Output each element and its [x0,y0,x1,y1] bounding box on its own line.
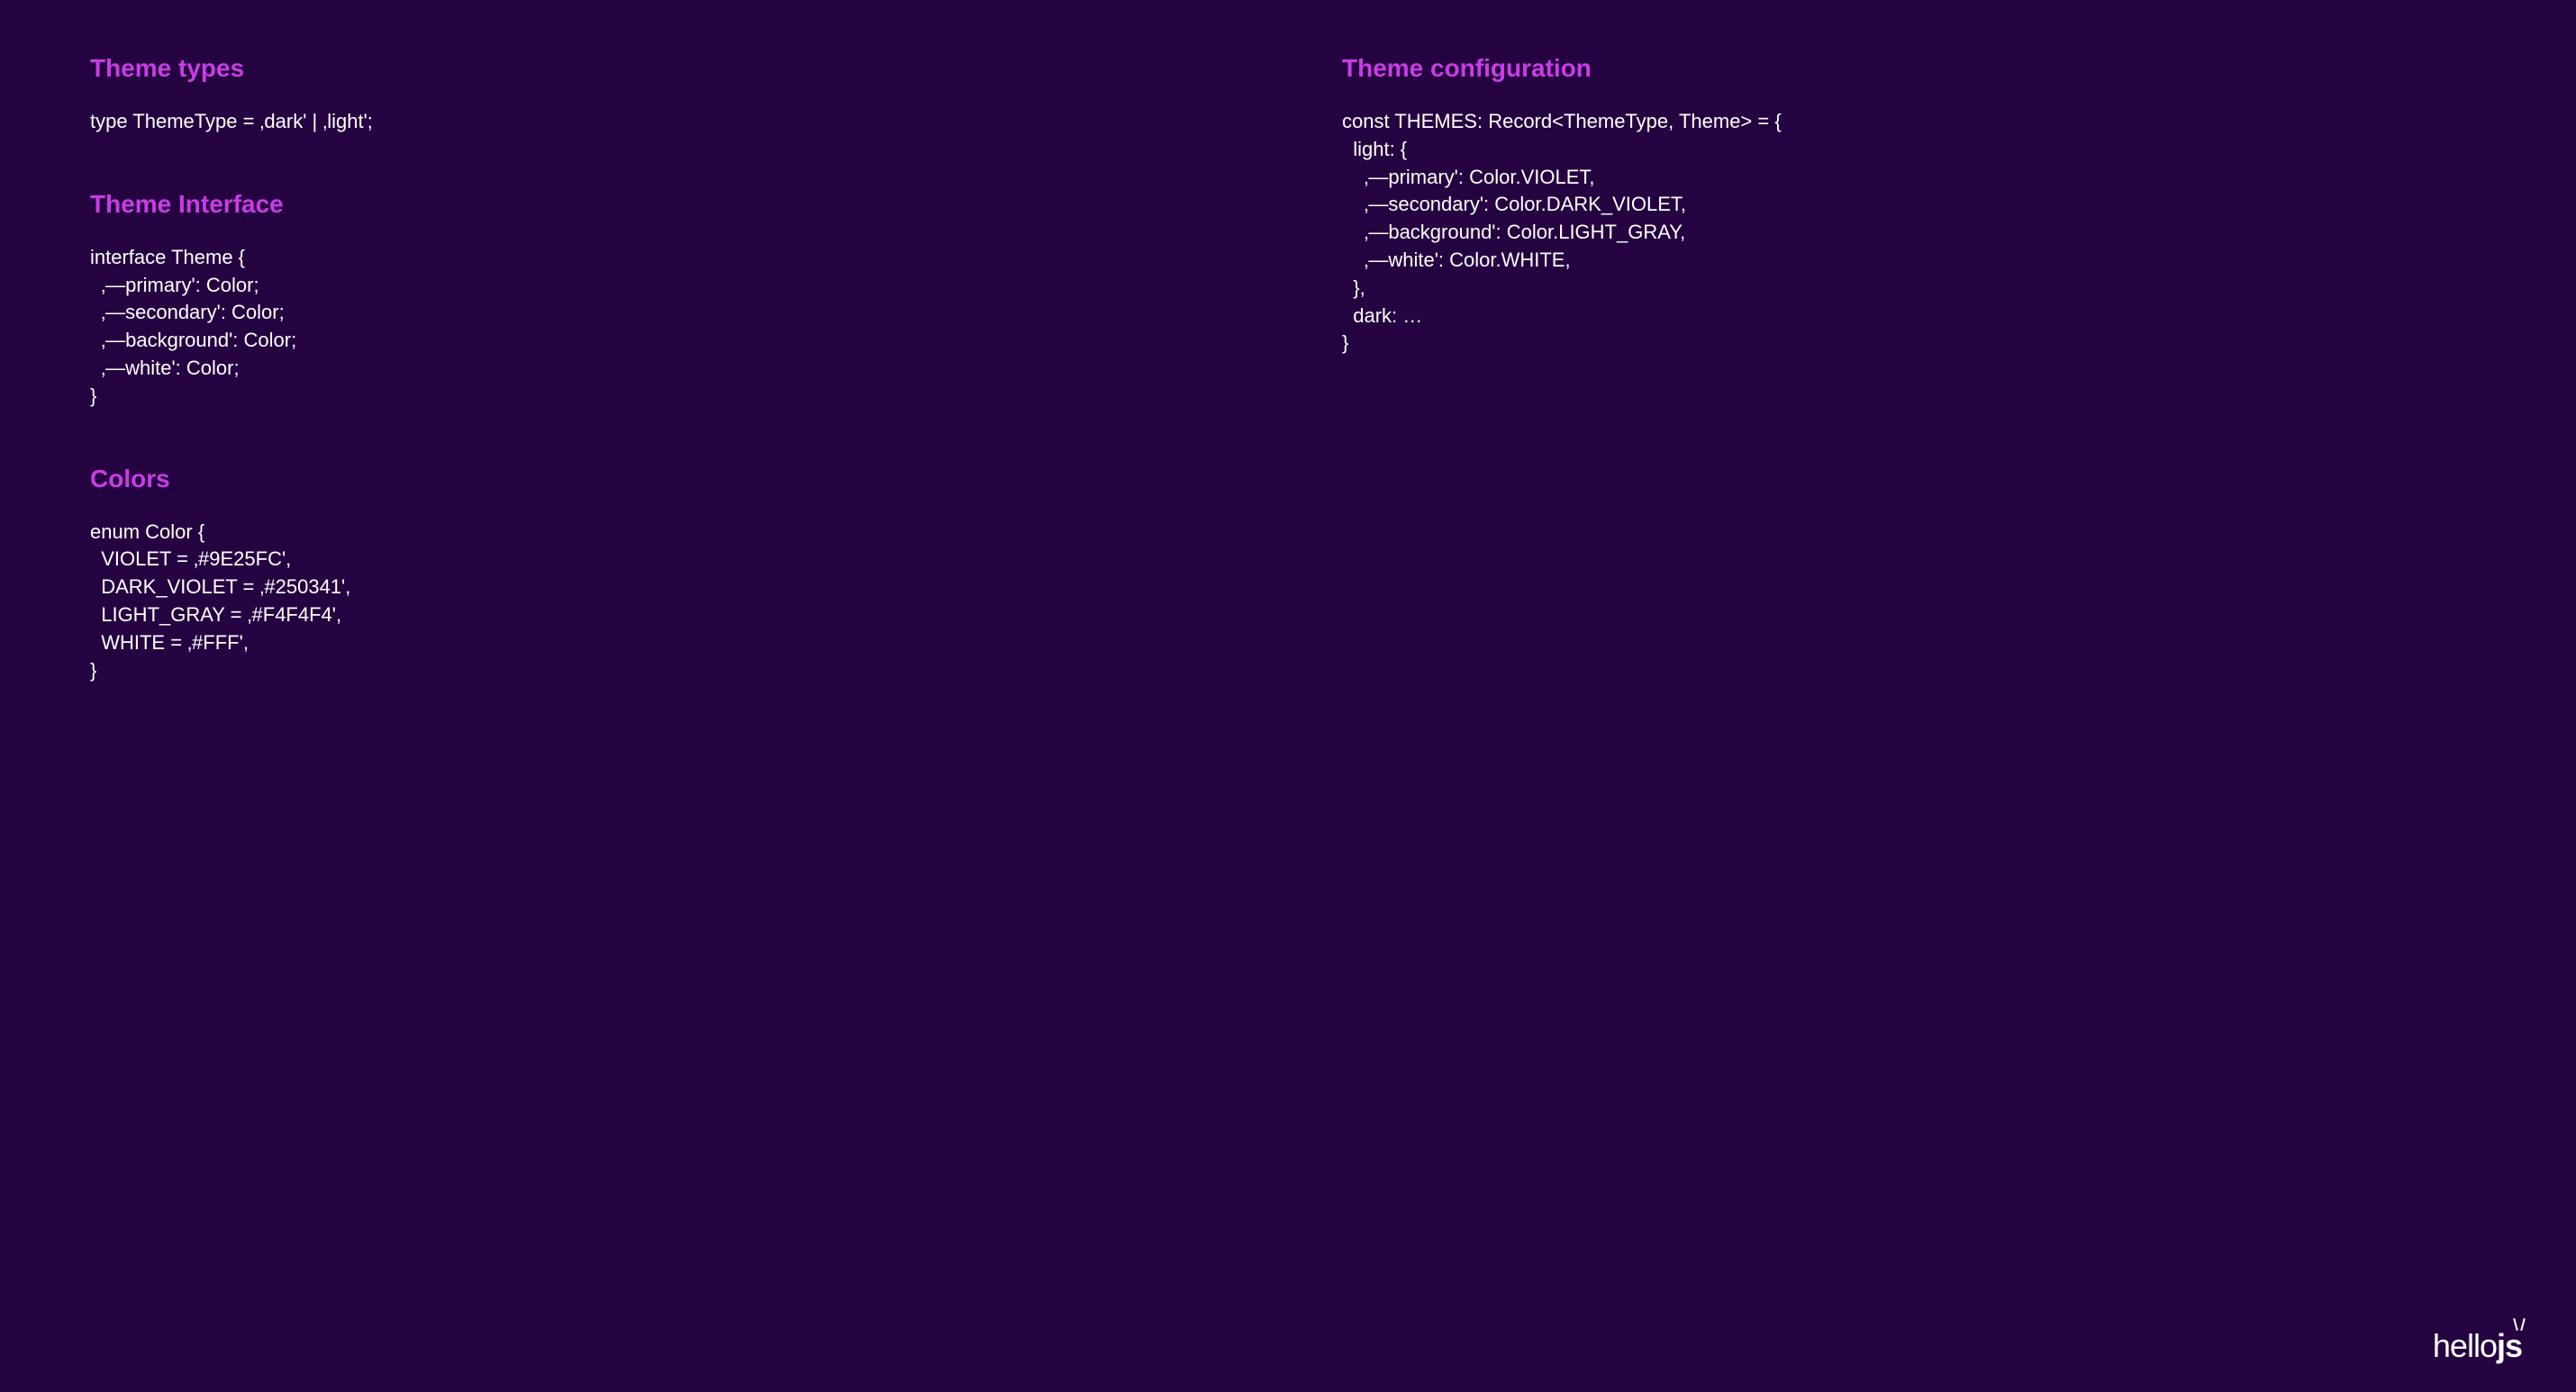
theme-configuration-heading: Theme configuration [1342,54,2486,83]
right-column: Theme configuration const THEMES: Record… [1342,54,2486,738]
theme-interface-section: Theme Interface interface Theme { ‚—prim… [90,190,1234,411]
theme-interface-heading: Theme Interface [90,190,1234,219]
logo-text-hello: hello [2433,1327,2497,1365]
logo-text-js: js [2497,1327,2522,1365]
theme-interface-code: interface Theme { ‚—primary': Color; ‚—s… [90,244,1234,411]
theme-types-heading: Theme types [90,54,1234,83]
colors-section: Colors enum Color { VIOLET = ‚#9E25FC', … [90,465,1234,685]
slide-content: Theme types type ThemeType = ‚dark' | ‚l… [90,54,2486,738]
colors-code: enum Color { VIOLET = ‚#9E25FC', DARK_VI… [90,519,1234,685]
theme-types-section: Theme types type ThemeType = ‚dark' | ‚l… [90,54,1234,136]
logo-accent-lines-icon [2513,1318,2531,1336]
colors-heading: Colors [90,465,1234,493]
theme-configuration-section: Theme configuration const THEMES: Record… [1342,54,2486,357]
theme-configuration-code: const THEMES: Record<ThemeType, Theme> =… [1342,108,2486,357]
left-column: Theme types type ThemeType = ‚dark' | ‚l… [90,54,1234,738]
theme-types-code: type ThemeType = ‚dark' | ‚light'; [90,108,1234,136]
hellojs-logo: hellojs [2433,1327,2522,1365]
